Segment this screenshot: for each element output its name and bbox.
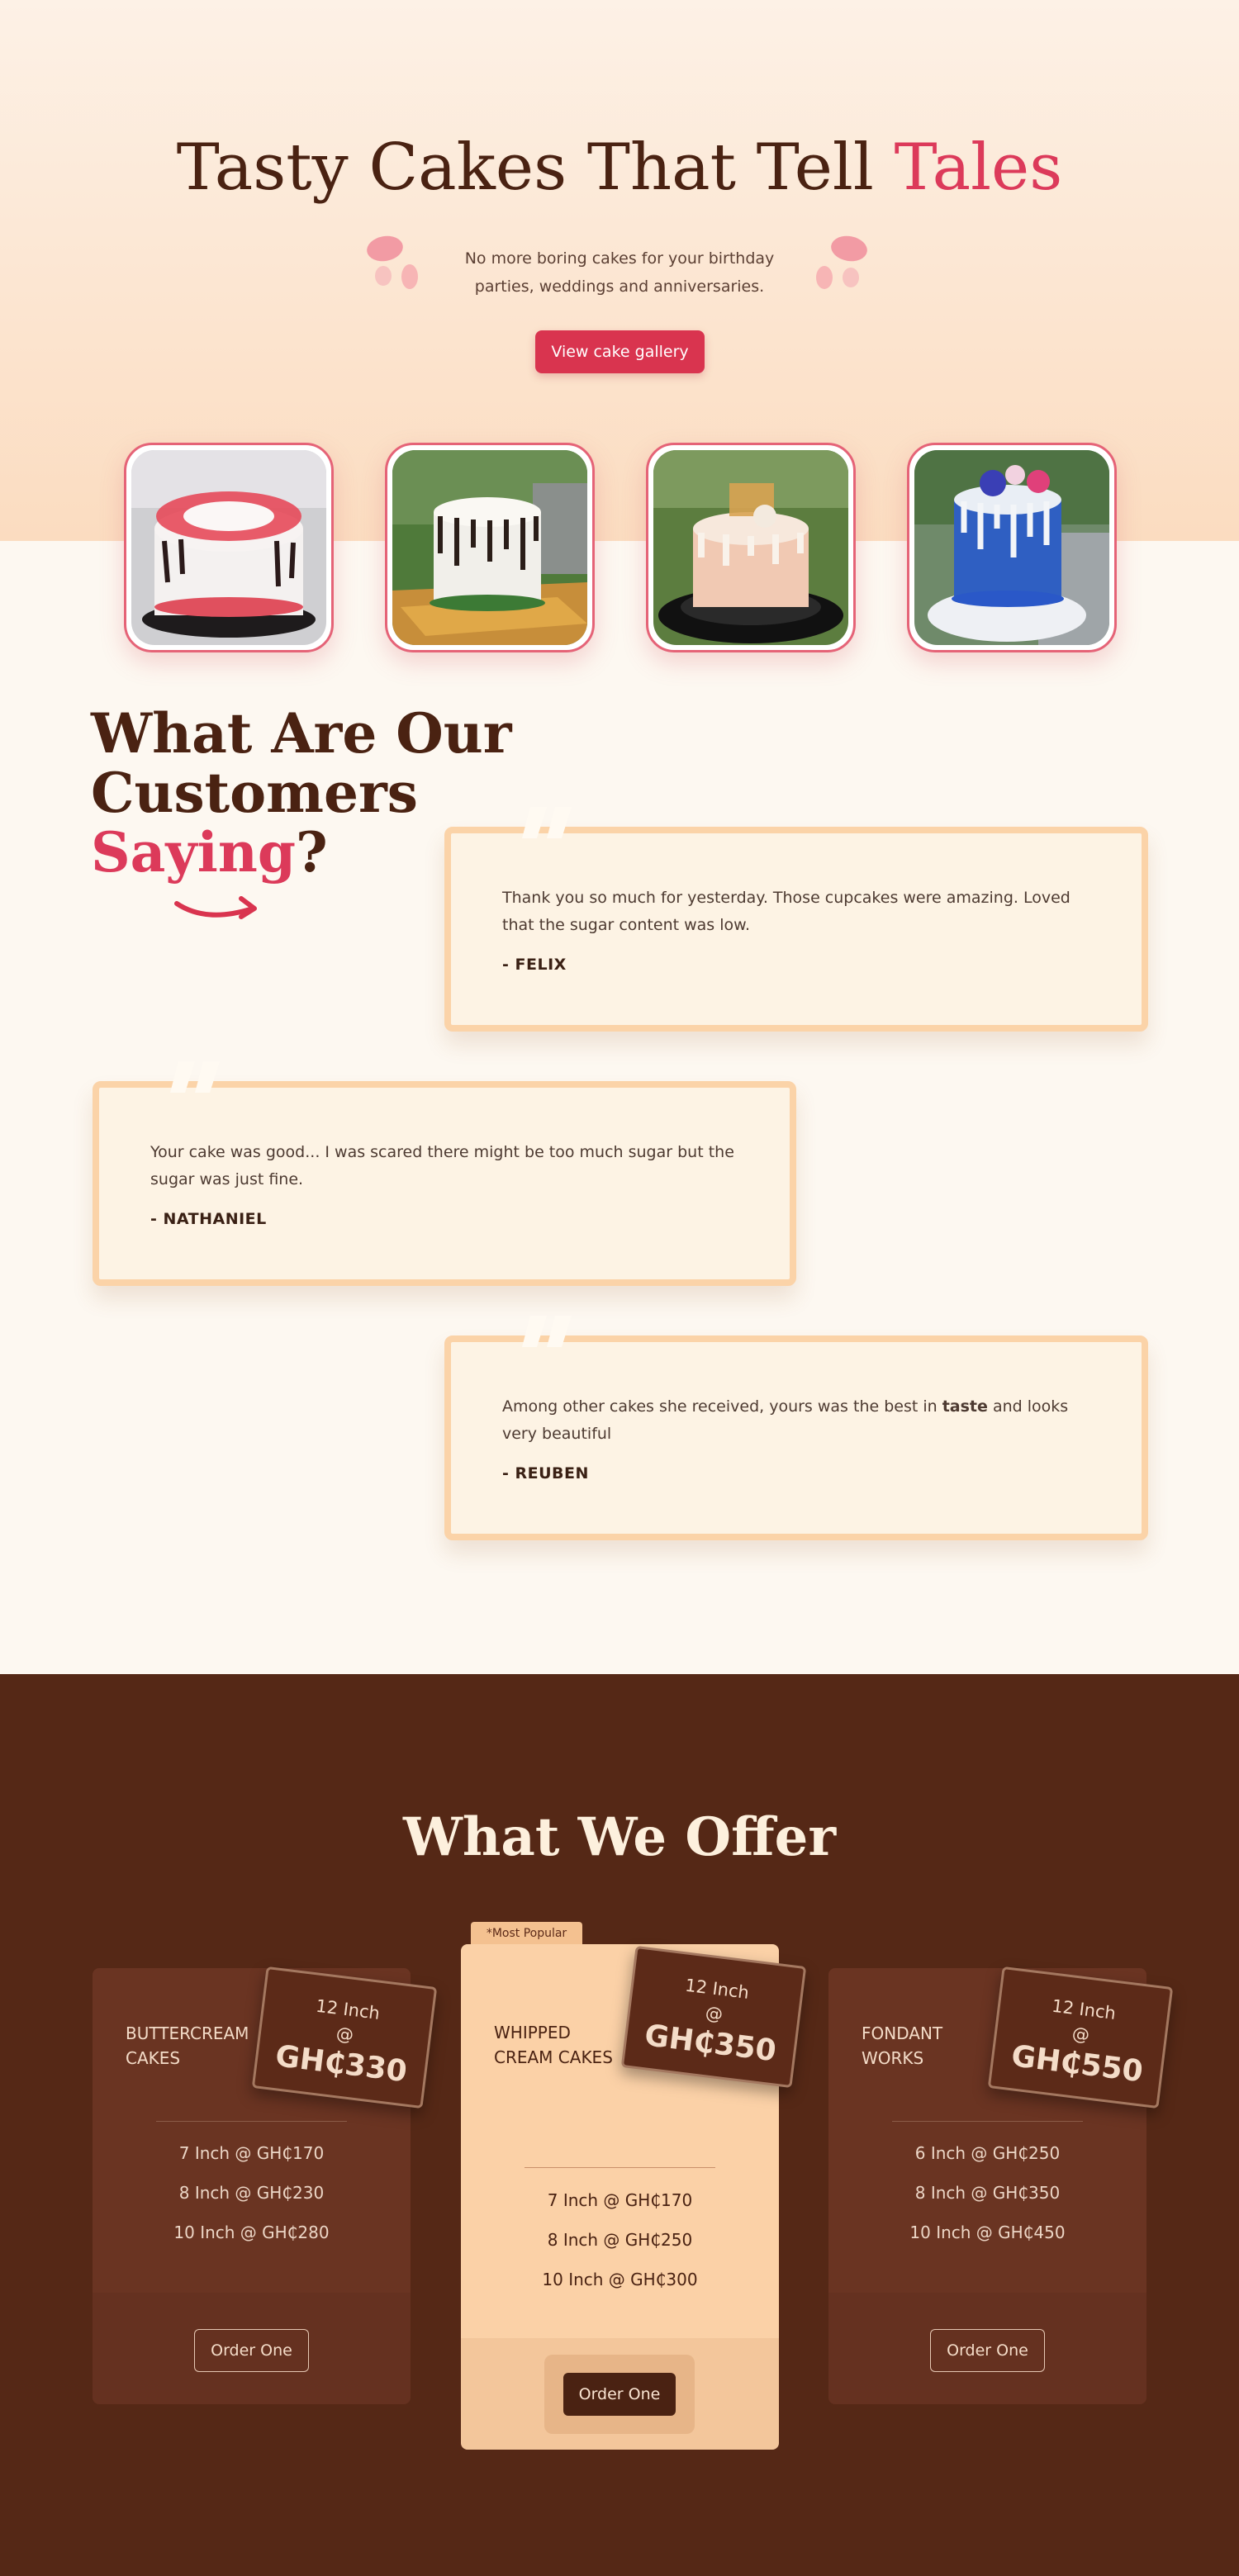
price-tag: 12 Inch @ GH₵550 [987,1966,1174,2109]
price-item: 8 Inch @ GH₵350 [914,2183,1061,2203]
heading-line-2: Customers [91,761,418,825]
divider [525,2167,715,2168]
price-item: 10 Inch @ GH₵450 [909,2223,1066,2242]
cake-photo-4[interactable] [907,443,1117,652]
plan-title: WHIPPED CREAM CAKES [494,2023,613,2067]
testimonial-text: Among other cakes she received, yours wa… [502,1393,1105,1448]
price-tag: 12 Inch @ GH₵330 [251,1966,438,2109]
splash-left-icon [363,233,430,299]
price-list: 6 Inch @ GH₵250 8 Inch @ GH₵350 10 Inch … [828,2133,1146,2252]
price-item: 8 Inch @ GH₵250 [547,2230,693,2250]
cake-image [653,450,848,645]
price-list: 7 Inch @ GH₵170 8 Inch @ GH₵250 10 Inch … [461,2180,779,2299]
price-item: 8 Inch @ GH₵230 [178,2183,325,2203]
price-item: 7 Inch @ GH₵170 [178,2143,325,2163]
heading-accent: Saying [91,820,296,885]
quote-icon [522,807,572,838]
testimonial-text: Thank you so much for yesterday. Those c… [502,889,1070,934]
quote-icon [522,1316,572,1347]
cake-image [914,450,1109,645]
order-button[interactable]: Order One [194,2329,309,2372]
order-button[interactable]: Order One [930,2329,1045,2372]
hero-subtitle: No more boring cakes for your birthday p… [464,249,775,296]
quote-icon [170,1061,220,1093]
testimonial-author: - REUBEN [502,1464,589,1483]
order-button-wrap: Order One [544,2355,695,2434]
testimonial-text: Your cake was good... I was scared there… [150,1143,734,1188]
hero-title-accent: Tales [894,130,1063,205]
view-gallery-button[interactable]: View cake gallery [535,330,705,373]
testimonial-card-reuben: Among other cakes she received, yours wa… [444,1316,1148,1540]
price-tag: 12 Inch @ GH₵350 [620,1945,807,2089]
price-item: 7 Inch @ GH₵170 [547,2190,693,2210]
price-item: 6 Inch @ GH₵250 [914,2143,1061,2163]
heading-question: ? [295,820,328,885]
price-item: 10 Inch @ GH₵300 [542,2270,698,2289]
splash-right-icon [809,233,876,299]
plan-footer: Order One [461,2338,779,2450]
divider [892,2121,1083,2122]
cake-image [131,450,326,645]
testimonial-author: - NATHANIEL [150,1210,267,1228]
curved-arrow-icon [174,896,257,919]
hero-title: Tasty Cakes That Tell Tales [0,130,1239,205]
order-button[interactable]: Order One [563,2373,676,2416]
offer-title: What We Offer [402,1806,837,1868]
price-list: 7 Inch @ GH₵170 8 Inch @ GH₵230 10 Inch … [93,2133,411,2252]
text-bold: taste [942,1397,988,1416]
plan-footer: Order One [93,2293,411,2404]
heading-line-1: What Are Our [91,701,512,766]
plan-title: BUTTERCREAM CAKES [126,2023,249,2068]
price-item: 10 Inch @ GH₵280 [173,2223,330,2242]
testimonial-card-nathaniel: Your cake was good... I was scared there… [93,1061,796,1286]
plan-footer: Order One [828,2293,1146,2404]
hero-title-main: Tasty Cakes That Tell [176,130,895,205]
cake-photo-1[interactable] [124,443,334,652]
text-part: Among other cakes she received, yours wa… [502,1397,942,1416]
plan-title: FONDANT WORKS [862,2023,943,2068]
cake-photo-3[interactable] [646,443,856,652]
cake-image [392,450,587,645]
most-popular-badge: *Most Popular [471,1922,582,1945]
divider [156,2121,347,2122]
testimonial-card-felix: Thank you so much for yesterday. Those c… [444,807,1148,1032]
cake-photo-2[interactable] [385,443,595,652]
testimonial-author: - FELIX [502,956,567,974]
